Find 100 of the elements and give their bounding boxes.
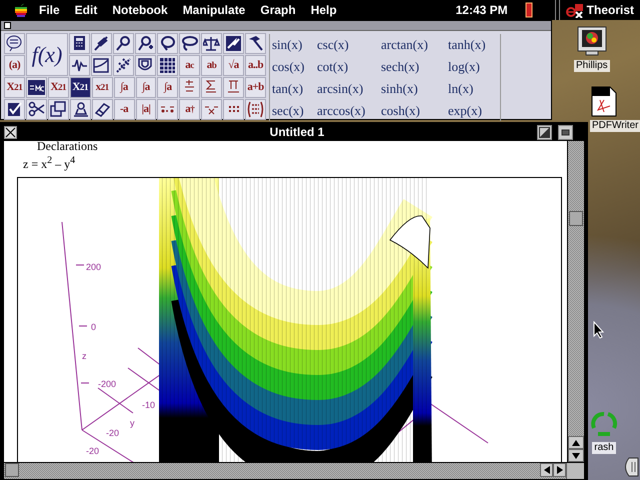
tool-button[interactable] bbox=[157, 99, 178, 120]
equation-icon bbox=[28, 79, 45, 96]
tool-button[interactable] bbox=[157, 33, 178, 54]
menu-item[interactable]: Edit bbox=[74, 3, 98, 17]
scroll-right-button[interactable] bbox=[553, 463, 566, 477]
resize-box[interactable] bbox=[566, 463, 587, 479]
left-arrow-icon bbox=[542, 465, 550, 475]
zoom-box[interactable] bbox=[536, 124, 552, 140]
axis-label: -20 bbox=[106, 428, 120, 438]
tool-button[interactable] bbox=[223, 33, 244, 54]
tool-button[interactable] bbox=[70, 99, 91, 120]
tool-button[interactable] bbox=[69, 33, 90, 54]
function-button[interactable]: exp(x) bbox=[448, 100, 498, 121]
hammer-icon bbox=[247, 35, 264, 52]
icon-label: PDFWriter bbox=[590, 120, 640, 132]
function-button[interactable]: log(x) bbox=[448, 56, 498, 77]
tool-button[interactable] bbox=[91, 55, 112, 76]
function-button[interactable]: cos(x) bbox=[272, 56, 316, 77]
function-button[interactable]: tanh(x) bbox=[448, 34, 498, 55]
tool-button[interactable] bbox=[201, 33, 222, 54]
zoom-icon bbox=[538, 126, 550, 138]
tool-button[interactable] bbox=[179, 33, 200, 54]
tool-button[interactable] bbox=[201, 77, 222, 98]
tool-button[interactable]: (a) bbox=[4, 55, 25, 76]
calculator-icon bbox=[71, 35, 88, 52]
function-button[interactable]: sin(x) bbox=[272, 34, 316, 55]
tool-button[interactable] bbox=[26, 99, 47, 120]
scroll-thumb[interactable] bbox=[569, 211, 583, 226]
up-arrow-icon bbox=[571, 438, 581, 446]
right-arrow-icon bbox=[556, 465, 564, 475]
tool-button[interactable]: ∫a bbox=[136, 77, 156, 98]
scroll-left-button[interactable] bbox=[540, 463, 553, 477]
tool-button[interactable]: -a bbox=[114, 99, 135, 120]
function-button[interactable]: cot(x) bbox=[317, 56, 380, 77]
scroll-down-button[interactable] bbox=[568, 449, 584, 462]
close-box[interactable] bbox=[4, 126, 17, 138]
tool-button[interactable] bbox=[245, 33, 266, 54]
menu-item[interactable]: File bbox=[38, 3, 61, 17]
icon-label: rash bbox=[592, 442, 616, 454]
application-icon[interactable] bbox=[566, 2, 584, 18]
equation: z = x$^{2}$ – y$^{4}$ bbox=[23, 155, 76, 173]
tool-button[interactable] bbox=[157, 55, 178, 76]
function-button[interactable]: sec(x) bbox=[272, 100, 316, 121]
speech-bubble-icon bbox=[6, 35, 23, 52]
tool-button[interactable] bbox=[113, 55, 134, 76]
lasso-icon bbox=[159, 35, 176, 52]
down-arrow-icon bbox=[571, 452, 581, 460]
icon-label: Phillips bbox=[574, 60, 610, 72]
tool-button[interactable] bbox=[135, 33, 156, 54]
vertical-scrollbar[interactable] bbox=[567, 141, 587, 462]
collapse-icon bbox=[560, 126, 571, 138]
tool-button[interactable]: a+b bbox=[245, 77, 266, 98]
axis-label: -10 bbox=[142, 400, 156, 410]
scroll-up-button[interactable] bbox=[568, 436, 584, 449]
slash-icon bbox=[225, 35, 242, 52]
tool-button[interactable] bbox=[179, 77, 200, 98]
tool-button[interactable] bbox=[223, 99, 244, 120]
tool-button[interactable] bbox=[135, 55, 156, 76]
menu-item[interactable]: Notebook bbox=[111, 3, 169, 17]
apple-logo-icon[interactable] bbox=[14, 3, 28, 17]
tool-button[interactable] bbox=[4, 99, 25, 120]
tool-button[interactable] bbox=[201, 99, 222, 120]
tool-button[interactable] bbox=[245, 99, 266, 120]
tool-button[interactable] bbox=[48, 99, 69, 120]
tool-button[interactable] bbox=[92, 99, 113, 120]
tool-button[interactable]: √a bbox=[223, 55, 244, 76]
tool-button[interactable] bbox=[223, 77, 244, 98]
function-button[interactable]: tan(x) bbox=[272, 78, 316, 99]
function-button[interactable]: sech(x) bbox=[381, 56, 447, 77]
function-button[interactable]: sinh(x) bbox=[381, 78, 447, 99]
horizontal-scrollbar[interactable] bbox=[1, 463, 566, 479]
function-button[interactable]: csc(x) bbox=[317, 34, 380, 55]
axis-label: -200 bbox=[98, 379, 116, 389]
tool-button[interactable] bbox=[69, 55, 90, 76]
clock-text: 12:43 PM bbox=[456, 3, 508, 17]
function-button[interactable]: cosh(x) bbox=[381, 100, 447, 121]
function-button[interactable]: arctan(x) bbox=[381, 34, 447, 55]
function-button[interactable]: arccos(x) bbox=[317, 100, 380, 121]
function-button[interactable]: f(x) bbox=[26, 33, 68, 76]
tool-button[interactable]: |a| bbox=[136, 99, 156, 120]
function-button[interactable]: arcsin(x) bbox=[317, 78, 380, 99]
scroll-thumb[interactable] bbox=[5, 463, 19, 477]
lasso-icon bbox=[181, 35, 198, 52]
wave-icon bbox=[71, 57, 88, 74]
menu-item[interactable]: Graph bbox=[259, 3, 297, 17]
tool-button[interactable]: a..b bbox=[245, 55, 266, 76]
collapse-box[interactable] bbox=[558, 124, 573, 140]
function-button[interactable]: ln(x) bbox=[448, 78, 498, 99]
menu-item[interactable]: Help bbox=[310, 3, 338, 17]
tool-button[interactable] bbox=[4, 33, 25, 54]
tool-button[interactable]: ∫a bbox=[157, 77, 178, 98]
frame-icon bbox=[93, 57, 110, 74]
menu-item[interactable]: Manipulate bbox=[182, 3, 246, 17]
tool-button[interactable] bbox=[113, 33, 134, 54]
tool-button[interactable] bbox=[26, 77, 47, 98]
axis-label: y bbox=[130, 418, 134, 428]
tool-button[interactable]: ∫a bbox=[114, 77, 135, 98]
close-box[interactable] bbox=[4, 22, 11, 29]
tool-button[interactable] bbox=[91, 33, 112, 54]
application-menu[interactable]: Theorist bbox=[586, 3, 634, 17]
